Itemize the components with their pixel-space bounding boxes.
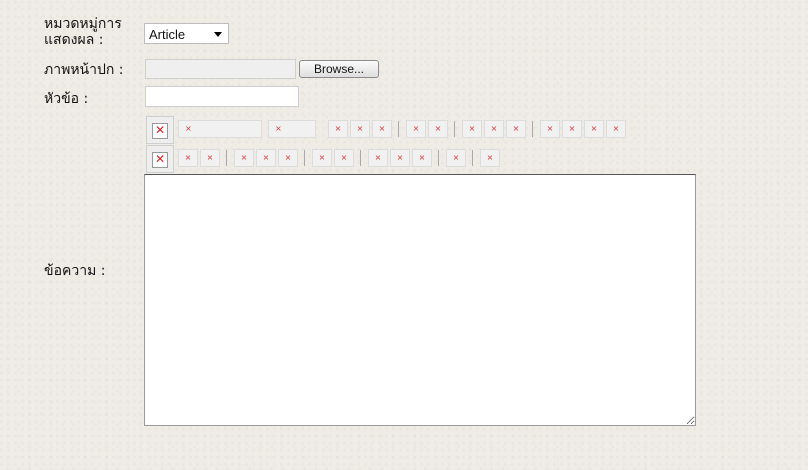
toolbar-separator — [472, 150, 473, 166]
toolbar-format-dropdown[interactable]: × — [178, 120, 262, 138]
toolbar-broken-icon[interactable]: × — [312, 149, 332, 167]
toolbar-broken-icon[interactable]: × — [328, 120, 348, 138]
toolbar-broken-icon[interactable]: × — [350, 120, 370, 138]
toolbar-broken-icon[interactable]: × — [584, 120, 604, 138]
toolbar-broken-icon[interactable]: × — [446, 149, 466, 167]
toolbar-broken-icon[interactable]: × — [562, 120, 582, 138]
toolbar-broken-icon[interactable]: × — [606, 120, 626, 138]
toolbar-broken-icon[interactable]: × — [428, 120, 448, 138]
toolbar-broken-icon[interactable]: × — [540, 120, 560, 138]
toolbar-broken-icon-large[interactable]: ✕ — [146, 116, 174, 144]
toolbar-broken-icon[interactable]: × — [368, 149, 388, 167]
content-label: ข้อความ : — [44, 263, 106, 279]
toolbar-font-dropdown[interactable]: × — [268, 120, 316, 138]
toolbar-separator — [304, 150, 305, 166]
toolbar-broken-icon[interactable]: × — [412, 149, 432, 167]
toolbar-broken-icon[interactable]: × — [506, 120, 526, 138]
toolbar-broken-icon[interactable]: × — [372, 120, 392, 138]
toolbar-separator — [398, 121, 399, 137]
cover-image-label: ภาพหน้าปก : — [44, 62, 124, 78]
toolbar-separator — [438, 150, 439, 166]
toolbar-broken-icon[interactable]: × — [278, 149, 298, 167]
toolbar-broken-icon[interactable]: × — [480, 149, 500, 167]
title-label: หัวข้อ : — [44, 91, 89, 107]
toolbar-separator — [532, 121, 533, 137]
category-select-value: Article — [149, 27, 186, 42]
toolbar-broken-icon[interactable]: × — [234, 149, 254, 167]
toolbar-broken-icon[interactable]: × — [178, 149, 198, 167]
toolbar-broken-icon[interactable]: × — [200, 149, 220, 167]
toolbar-broken-icon[interactable]: × — [462, 120, 482, 138]
category-select[interactable]: Article — [144, 23, 229, 44]
toolbar-broken-icon[interactable]: × — [406, 120, 426, 138]
toolbar-broken-icon-large[interactable]: ✕ — [146, 145, 174, 173]
cover-file-path-field[interactable] — [145, 59, 296, 79]
toolbar-broken-icon[interactable]: × — [256, 149, 276, 167]
browse-button[interactable]: Browse... — [299, 60, 379, 78]
chevron-down-icon — [214, 32, 222, 37]
toolbar-separator — [454, 121, 455, 137]
toolbar-broken-icon[interactable]: × — [484, 120, 504, 138]
toolbar-broken-icon[interactable]: × — [334, 149, 354, 167]
category-label: หมวดหมู่การแสดงผล : — [44, 16, 122, 48]
title-input[interactable] — [145, 86, 299, 107]
content-editor[interactable] — [144, 174, 696, 426]
toolbar-separator — [226, 150, 227, 166]
toolbar-broken-icon[interactable]: × — [390, 149, 410, 167]
toolbar-separator — [360, 150, 361, 166]
